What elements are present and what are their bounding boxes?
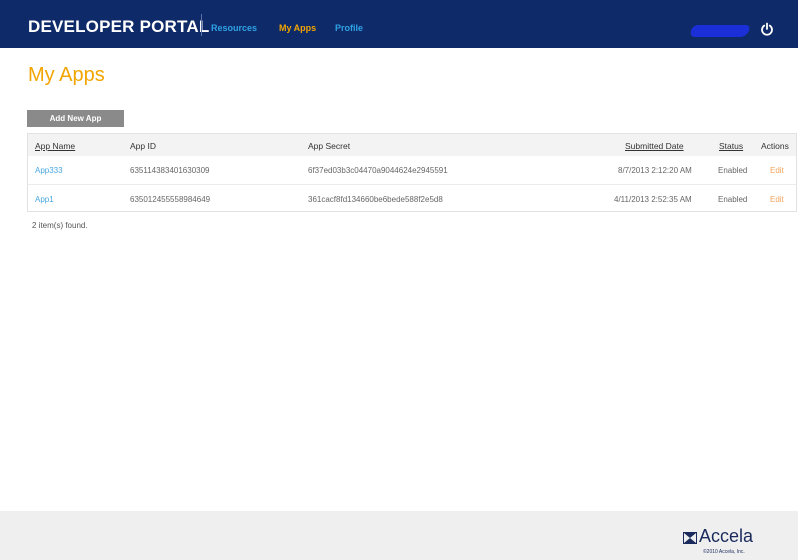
table-header: App Name App ID App Secret Submitted Dat… — [28, 134, 796, 156]
submitted-date: 4/11/2013 2:52:35 AM — [614, 195, 692, 204]
table-row: App333 635114383401630309 6f37ed03b3c044… — [28, 156, 796, 184]
table-row: App1 635012455558984649 361cacf8fd134660… — [28, 184, 796, 213]
page-footer — [0, 511, 798, 560]
app-name-link[interactable]: App1 — [35, 195, 54, 204]
column-header-actions: Actions — [761, 141, 789, 151]
submitted-date: 8/7/2013 2:12:20 AM — [618, 166, 692, 175]
copyright-text: ©2010 Accela, Inc. — [703, 549, 745, 555]
app-id: 635012455558984649 — [130, 195, 211, 204]
results-count: 2 item(s) found. — [32, 221, 88, 230]
page-title: My Apps — [28, 64, 105, 86]
app-status: Enabled — [718, 195, 748, 204]
user-name-redacted[interactable] — [689, 25, 751, 37]
portal-brand[interactable]: DEVELOPER PORTAL — [28, 17, 209, 37]
app-secret: 361cacf8fd134660be6bede588f2e5d8 — [308, 195, 443, 204]
column-header-submitted-date[interactable]: Submitted Date — [625, 141, 684, 151]
nav-link-my-apps[interactable]: My Apps — [279, 23, 316, 33]
nav-link-resources[interactable]: Resources — [211, 23, 257, 33]
accela-logo-icon — [683, 532, 697, 544]
nav-link-profile[interactable]: Profile — [335, 23, 363, 33]
edit-link[interactable]: Edit — [770, 166, 784, 175]
apps-table: App Name App ID App Secret Submitted Dat… — [27, 133, 797, 212]
top-nav-bar: DEVELOPER PORTAL Resources My Apps Profi… — [0, 0, 798, 48]
column-header-app-id: App ID — [130, 141, 156, 151]
column-header-status[interactable]: Status — [719, 141, 743, 151]
edit-link[interactable]: Edit — [770, 195, 784, 204]
app-name-link[interactable]: App333 — [35, 166, 63, 175]
column-header-app-secret: App Secret — [308, 141, 351, 151]
app-status: Enabled — [718, 166, 748, 175]
accela-logo-text: Accela — [699, 526, 754, 546]
nav-divider — [201, 14, 202, 36]
app-id: 635114383401630309 — [130, 166, 210, 175]
power-icon[interactable] — [760, 22, 774, 36]
app-secret: 6f37ed03b3c04470a9044624e2945591 — [308, 166, 448, 175]
add-new-app-button[interactable]: Add New App — [27, 110, 124, 127]
column-header-app-name[interactable]: App Name — [35, 141, 75, 151]
